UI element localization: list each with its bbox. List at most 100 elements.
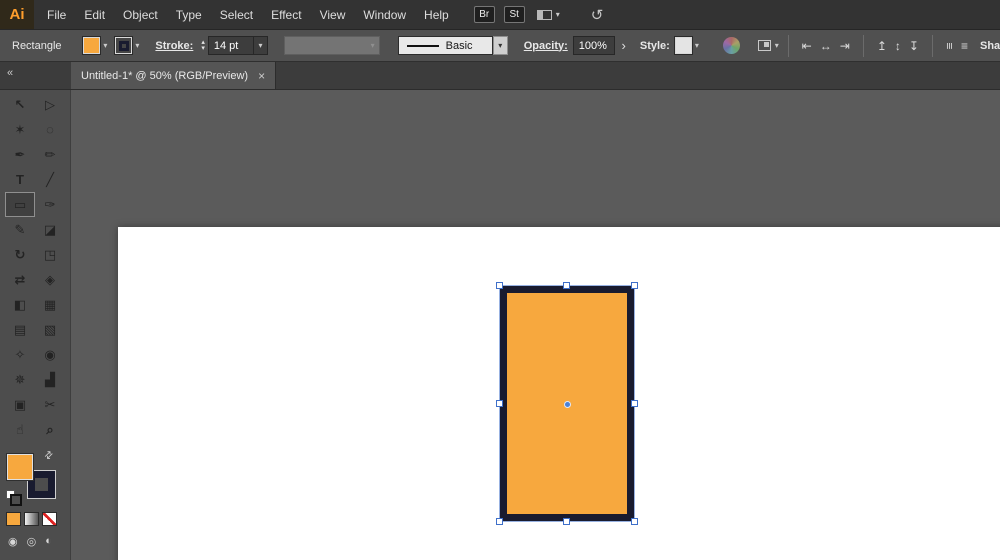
stroke-weight-field[interactable]: 14 pt [208, 36, 254, 55]
rectangle-tool[interactable]: ▭ [5, 192, 35, 217]
menu-select[interactable]: Select [211, 0, 262, 29]
selection-tool[interactable]: ↖ [5, 92, 35, 117]
zoom-tool[interactable]: ⌕ [35, 417, 65, 442]
curvature-tool[interactable]: ✏ [35, 142, 65, 167]
menu-help[interactable]: Help [415, 0, 458, 29]
default-fill-stroke-icon[interactable] [6, 490, 15, 499]
lasso-tool[interactable]: ◌ [35, 117, 65, 142]
direct-selection-tool[interactable]: ▷ [35, 92, 65, 117]
menu-object[interactable]: Object [114, 0, 167, 29]
stepper-down-icon[interactable]: ▾ [201, 46, 205, 52]
selection-handle[interactable] [631, 400, 638, 407]
symbol-sprayer-tool[interactable]: ✵ [5, 367, 35, 392]
magic-wand-tool[interactable]: ✶ [5, 117, 35, 142]
draw-behind-icon[interactable]: ◎ [27, 535, 37, 548]
distribute-horizontal-icon[interactable]: ≡ [942, 42, 956, 49]
fill-stroke-proxy: ⇄ [0, 446, 70, 508]
perspective-grid-tool[interactable]: ▦ [35, 292, 65, 317]
menu-window[interactable]: Window [354, 0, 415, 29]
blend-tool[interactable]: ◉ [35, 342, 65, 367]
graphic-style-swatch[interactable] [675, 37, 692, 54]
chevron-down-icon: ▾ [258, 42, 262, 50]
collapse-toolbar-icon[interactable]: « [7, 67, 13, 79]
swap-fill-stroke-icon[interactable]: ⇄ [42, 449, 56, 463]
menu-view[interactable]: View [311, 0, 355, 29]
brush-definition-dropdown[interactable]: Basic [398, 36, 493, 55]
horizontal-align-left-icon[interactable]: ⇤ [802, 39, 812, 53]
selection-center-point[interactable] [564, 401, 571, 408]
draw-inside-icon[interactable]: ◐ [45, 535, 52, 548]
selection-handle[interactable] [631, 518, 638, 525]
stroke-color-swatch[interactable] [115, 37, 132, 54]
vertical-align-top-icon[interactable]: ↥ [877, 39, 887, 53]
scale-tool[interactable]: ◳ [35, 242, 65, 267]
control-bar: Rectangle ▾ ▾ Stroke: ▴ ▾ 14 pt ▾ ▾ Basi… [0, 29, 1000, 62]
selection-handle[interactable] [563, 282, 570, 289]
color-button[interactable] [6, 512, 21, 526]
chevron-down-icon: ▾ [498, 42, 502, 50]
hand-tool[interactable]: ☝ [5, 417, 35, 442]
mesh-tool[interactable]: ▤ [5, 317, 35, 342]
stroke-label[interactable]: Stroke: [155, 40, 193, 52]
gradient-button[interactable] [24, 512, 39, 526]
paintbrush-tool[interactable]: ✑ [35, 192, 65, 217]
type-tool[interactable]: T [5, 167, 35, 192]
horizontal-align-center-icon[interactable]: ↔ [820, 39, 832, 53]
horizontal-align-right-icon[interactable]: ⇥ [840, 39, 850, 53]
shape-builder-tool[interactable]: ◧ [5, 292, 35, 317]
line-segment-tool[interactable]: ╱ [35, 167, 65, 192]
color-mode-buttons [0, 512, 70, 526]
shaper-tool-icon: ✎ [15, 222, 26, 238]
fill-color-control[interactable]: ▾ [83, 37, 107, 54]
fill-color-swatch[interactable] [83, 37, 100, 54]
canvas[interactable] [71, 90, 1000, 560]
stroke-weight-stepper[interactable]: ▴ ▾ [201, 40, 205, 52]
opacity-panel-launcher-icon[interactable]: › [622, 38, 626, 53]
menu-effect[interactable]: Effect [262, 0, 310, 29]
selection-handle[interactable] [496, 282, 503, 289]
width-tool[interactable]: ⇄ [5, 267, 35, 292]
bridge-button[interactable]: Br [474, 6, 495, 23]
opacity-label[interactable]: Opacity: [524, 40, 568, 52]
recolor-artwork-icon[interactable] [723, 37, 740, 54]
selection-handle[interactable] [496, 518, 503, 525]
fill-proxy-swatch[interactable] [7, 454, 33, 480]
selection-handle[interactable] [631, 282, 638, 289]
workspace-switcher[interactable]: ▾ [537, 10, 560, 20]
vertical-align-center-icon[interactable]: ↕ [895, 39, 901, 53]
menu-type[interactable]: Type [167, 0, 211, 29]
separator [932, 35, 933, 57]
none-button[interactable] [42, 512, 57, 526]
close-tab-icon[interactable]: × [258, 69, 265, 83]
free-transform-tool[interactable]: ◈ [35, 267, 65, 292]
eraser-tool[interactable]: ◪ [35, 217, 65, 242]
draw-normal-icon[interactable]: ◉ [8, 535, 18, 548]
pen-tool-icon: ✒ [15, 147, 26, 163]
shaper-tool[interactable]: ✎ [5, 217, 35, 242]
rotate-view-icon[interactable]: ↺ [591, 6, 604, 24]
column-graph-tool[interactable]: ▟ [35, 367, 65, 392]
menu-edit[interactable]: Edit [75, 0, 114, 29]
lasso-tool-icon: ◌ [46, 122, 54, 137]
gradient-tool[interactable]: ▧ [35, 317, 65, 342]
selection-handle[interactable] [563, 518, 570, 525]
opacity-field[interactable]: 100% [573, 36, 615, 55]
eyedropper-tool[interactable]: ✧ [5, 342, 35, 367]
artboard-tool[interactable]: ▣ [5, 392, 35, 417]
stroke-weight-dropdown[interactable]: ▾ [254, 36, 269, 55]
stock-button[interactable]: St [504, 6, 525, 23]
stroke-color-control[interactable]: ▾ [115, 37, 139, 54]
slice-tool[interactable]: ✂ [35, 392, 65, 417]
selection-handle[interactable] [496, 400, 503, 407]
menu-file[interactable]: File [38, 0, 75, 29]
style-label: Style: [640, 40, 670, 52]
distribute-vertical-icon[interactable]: ≡ [961, 39, 968, 53]
brush-dropdown-button[interactable]: ▾ [493, 36, 508, 55]
arrange-control[interactable]: ▾ [758, 40, 779, 51]
pen-tool[interactable]: ✒ [5, 142, 35, 167]
rotate-tool[interactable]: ↻ [5, 242, 35, 267]
vertical-align-bottom-icon[interactable]: ↧ [909, 39, 919, 53]
document-tab[interactable]: Untitled-1* @ 50% (RGB/Preview) × [71, 62, 276, 89]
graphic-style-control[interactable]: ▾ [675, 37, 699, 54]
shape-panel-label[interactable]: Sha [972, 40, 1000, 52]
